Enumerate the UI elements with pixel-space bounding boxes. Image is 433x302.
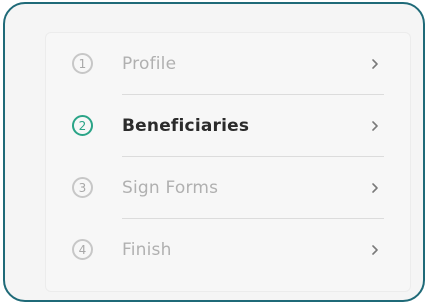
step-item-beneficiaries[interactable]: 2 Beneficiaries <box>46 95 410 157</box>
chevron-right-icon <box>372 59 378 69</box>
step-label: Beneficiaries <box>122 116 250 136</box>
step-number-badge: 4 <box>72 239 93 260</box>
step-label: Finish <box>122 240 172 260</box>
device-frame: 1 Profile 2 Beneficiaries 3 Sign Forms 4 <box>3 2 425 302</box>
step-item-profile[interactable]: 1 Profile <box>46 33 410 95</box>
chevron-right-icon <box>372 183 378 193</box>
step-item-sign-forms[interactable]: 3 Sign Forms <box>46 157 410 219</box>
chevron-right-icon <box>372 245 378 255</box>
step-item-finish[interactable]: 4 Finish <box>46 219 410 281</box>
step-number-badge: 2 <box>72 115 93 136</box>
chevron-right-icon <box>372 121 378 131</box>
step-label: Sign Forms <box>122 178 219 198</box>
steps-card: 1 Profile 2 Beneficiaries 3 Sign Forms 4 <box>45 32 411 292</box>
step-number-badge: 3 <box>72 177 93 198</box>
step-number-badge: 1 <box>72 53 93 74</box>
step-label: Profile <box>122 54 177 74</box>
